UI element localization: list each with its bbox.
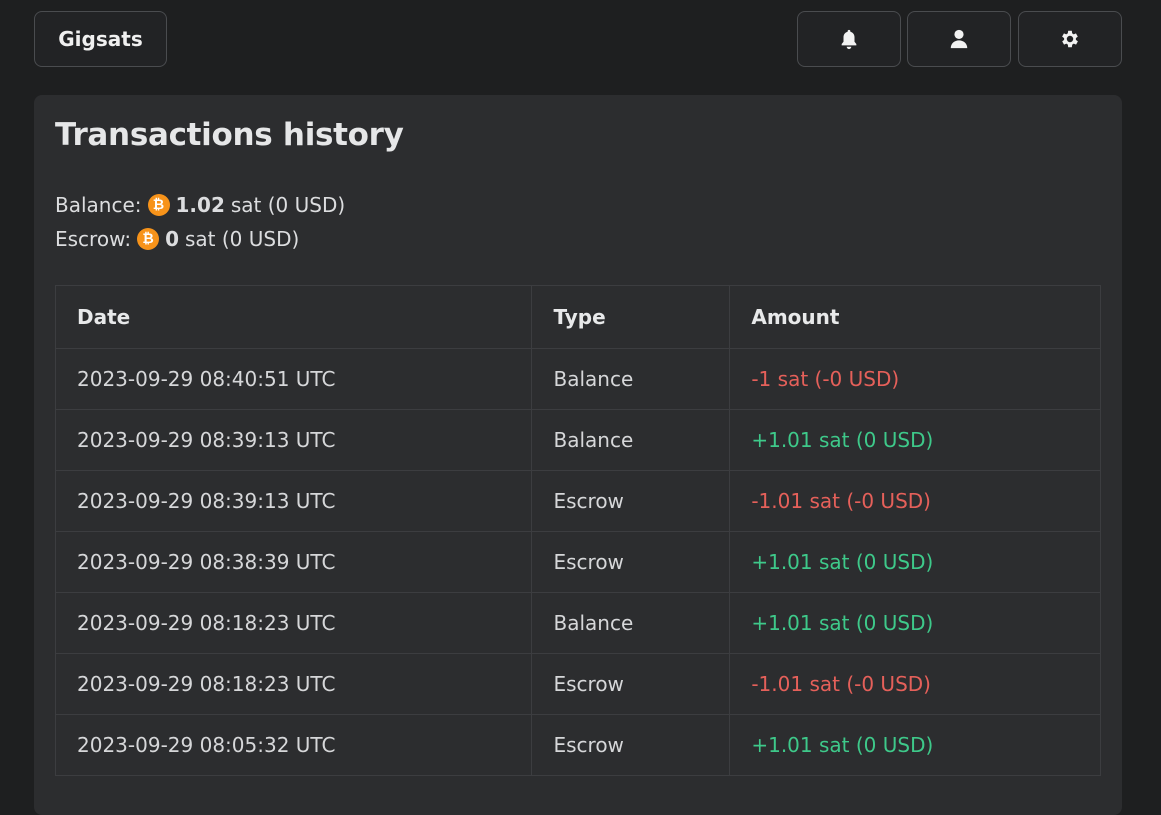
- escrow-label: Escrow:: [55, 227, 132, 251]
- bell-icon: [841, 29, 857, 50]
- gear-icon: [1062, 30, 1078, 48]
- user-icon: [950, 29, 968, 49]
- table-row: 2023-09-29 08:18:23 UTC Balance +1.01 sa…: [54, 592, 1101, 654]
- row-amount: +1.01 sat (0 USD): [729, 409, 1101, 471]
- page-title: Transactions history: [55, 117, 404, 153]
- table-row: 2023-09-29 08:18:23 UTC Escrow -1.01 sat…: [54, 653, 1101, 715]
- brand-button[interactable]: Gigsats: [34, 11, 167, 67]
- balance-label: Balance:: [55, 193, 142, 217]
- row-amount: +1.01 sat (0 USD): [729, 714, 1101, 776]
- balance-value: 1.02: [175, 193, 225, 217]
- row-date: 2023-09-29 08:18:23 UTC: [54, 592, 533, 654]
- escrow-summary: Escrow: ₿ 0 sat (0 USD): [55, 227, 299, 251]
- profile-button[interactable]: [907, 11, 1011, 67]
- row-date: 2023-09-29 08:39:13 UTC: [54, 409, 533, 471]
- column-header-amount: Amount: [729, 285, 1101, 349]
- bitcoin-icon: ₿: [137, 228, 160, 250]
- notifications-button[interactable]: [797, 11, 901, 67]
- row-amount: +1.01 sat (0 USD): [729, 531, 1101, 593]
- column-header-date: Date: [54, 285, 533, 349]
- table-row: 2023-09-29 08:05:32 UTC Escrow +1.01 sat…: [54, 714, 1101, 776]
- transactions-card: Transactions history Balance: ₿ 1.02 sat…: [34, 95, 1122, 815]
- row-type: Balance: [531, 592, 731, 654]
- row-amount: -1.01 sat (-0 USD): [729, 653, 1101, 715]
- row-amount: +1.01 sat (0 USD): [729, 592, 1101, 654]
- row-type: Escrow: [531, 470, 731, 532]
- row-date: 2023-09-29 08:18:23 UTC: [54, 653, 533, 715]
- balance-unit: sat (0 USD): [230, 193, 346, 217]
- top-navbar: Gigsats: [0, 0, 1161, 80]
- table-row: 2023-09-29 08:39:13 UTC Balance +1.01 sa…: [54, 409, 1101, 471]
- row-type: Escrow: [531, 653, 731, 715]
- row-type: Escrow: [531, 531, 731, 593]
- table-row: 2023-09-29 08:40:51 UTC Balance -1 sat (…: [54, 348, 1101, 410]
- bitcoin-icon: ₿: [147, 194, 170, 216]
- row-type: Balance: [531, 409, 731, 471]
- row-amount: -1.01 sat (-0 USD): [729, 470, 1101, 532]
- row-date: 2023-09-29 08:05:32 UTC: [54, 714, 533, 776]
- transactions-table: Date Type Amount 2023-09-29 08:40:51 UTC…: [54, 285, 1101, 776]
- balance-summary: Balance: ₿ 1.02 sat (0 USD): [55, 193, 345, 217]
- column-header-type: Type: [531, 285, 731, 349]
- escrow-value: 0: [165, 227, 179, 251]
- escrow-unit: sat (0 USD): [185, 227, 300, 251]
- settings-button[interactable]: [1018, 11, 1122, 67]
- table-row: 2023-09-29 08:38:39 UTC Escrow +1.01 sat…: [54, 531, 1101, 593]
- row-date: 2023-09-29 08:38:39 UTC: [54, 531, 533, 593]
- row-date: 2023-09-29 08:40:51 UTC: [54, 348, 533, 410]
- row-amount: -1 sat (-0 USD): [729, 348, 1101, 410]
- table-row: 2023-09-29 08:39:13 UTC Escrow -1.01 sat…: [54, 470, 1101, 532]
- row-date: 2023-09-29 08:39:13 UTC: [54, 470, 533, 532]
- row-type: Balance: [531, 348, 731, 410]
- row-type: Escrow: [531, 714, 731, 776]
- table-header-row: Date Type Amount: [54, 285, 1101, 349]
